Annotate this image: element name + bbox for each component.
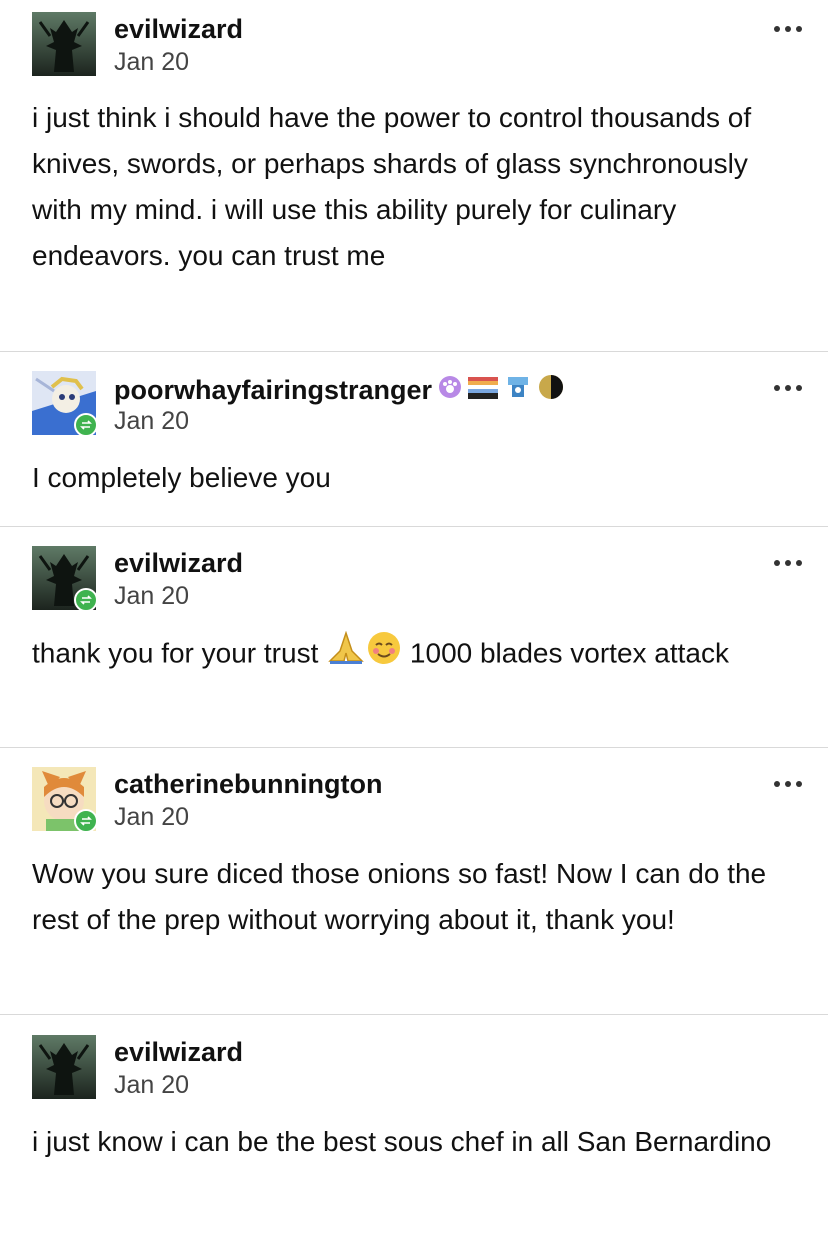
username[interactable]: evilwizard: [114, 548, 243, 579]
post-text: i just know i can be the best sous chef …: [32, 1126, 772, 1157]
smiling-face-emoji: [366, 630, 402, 680]
post-1: evilwizard Jan 20 i just think i should …: [0, 0, 828, 351]
pride-flag-icon: [468, 375, 499, 406]
username[interactable]: evilwizard: [114, 1037, 243, 1068]
avatar-catherinebunnington[interactable]: [32, 767, 98, 833]
paw-badge-icon: [438, 375, 462, 406]
more-options-icon[interactable]: [774, 26, 802, 32]
more-options-icon[interactable]: [774, 560, 802, 566]
post-text: thank you for your trust 1000 blades vor…: [32, 630, 788, 680]
avatar-evilwizard[interactable]: [32, 546, 98, 612]
post-4: catherinebunnington Jan 20 Wow you sure …: [0, 748, 828, 1014]
username[interactable]: poorwhayfairingstranger: [114, 375, 432, 406]
post-date[interactable]: Jan 20: [114, 1071, 189, 1100]
avatar-evilwizard[interactable]: [32, 12, 96, 76]
post-date[interactable]: Jan 20: [114, 582, 189, 611]
reblog-icon: [74, 413, 98, 437]
post-text-part: thank you for your trust: [32, 637, 327, 669]
post-3: evilwizard Jan 20 thank you for your tru…: [0, 527, 828, 747]
more-options-icon[interactable]: [774, 781, 802, 787]
post-text: I completely believe you: [32, 462, 331, 493]
post-date[interactable]: Jan 20: [114, 48, 189, 77]
post-2: poorwhayfairingstranger Jan 20 I complet…: [0, 352, 828, 526]
reblog-icon: [74, 588, 98, 612]
username[interactable]: evilwizard: [114, 14, 243, 45]
post-date[interactable]: Jan 20: [114, 407, 189, 436]
moon-icon: [538, 374, 564, 407]
more-options-icon[interactable]: [774, 385, 802, 391]
avatar-poorwhayfairingstranger[interactable]: [32, 371, 98, 437]
avatar-evilwizard[interactable]: [32, 1035, 96, 1099]
post-date[interactable]: Jan 20: [114, 803, 189, 832]
post-text: i just think i should have the power to …: [32, 102, 752, 271]
username-row[interactable]: poorwhayfairingstranger: [114, 373, 564, 408]
sticker-icon: [504, 373, 532, 408]
username[interactable]: catherinebunnington: [114, 769, 382, 800]
folded-hands-emoji: [326, 630, 366, 679]
post-text-part: 1000 blades vortex attack: [402, 637, 730, 669]
reblog-icon: [74, 809, 98, 833]
post-text: Wow you sure diced those onions so fast!…: [32, 858, 767, 935]
post-5: evilwizard Jan 20 i just know i can be t…: [0, 1015, 828, 1234]
